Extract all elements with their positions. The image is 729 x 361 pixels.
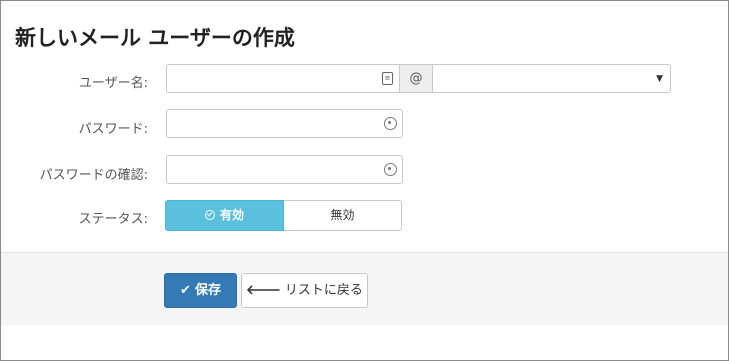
status-label: ステータス:: [78, 212, 148, 227]
check-circle-icon: [204, 210, 215, 220]
password-label: パスワード:: [78, 122, 148, 137]
confirm-password-input[interactable]: [166, 155, 403, 184]
save-button[interactable]: ✔ 保存: [164, 273, 237, 308]
arrow-left-icon: 🡐: [246, 283, 281, 298]
domain-select[interactable]: ▼: [433, 64, 671, 93]
status-active-label: 有効: [219, 208, 244, 222]
key-icon: [384, 163, 397, 176]
confirm-password-label: パスワードの確認:: [39, 168, 148, 183]
status-inactive-label: 無効: [330, 208, 355, 222]
page-title: 新しいメール ユーザーの作成: [15, 26, 295, 50]
at-symbol-addon: @: [400, 64, 433, 93]
password-input[interactable]: [166, 109, 403, 138]
key-icon: [384, 117, 397, 130]
username-label: ユーザー名:: [78, 76, 148, 91]
address-card-icon: ≡: [382, 72, 393, 85]
chevron-down-icon: ▼: [656, 74, 663, 84]
username-input[interactable]: [166, 64, 400, 93]
status-inactive-button[interactable]: 無効: [284, 200, 402, 231]
back-to-list-button[interactable]: 🡐 リストに戻る: [241, 273, 368, 308]
save-button-label: 保存: [194, 283, 221, 298]
status-active-button[interactable]: 有効: [165, 200, 284, 231]
check-icon: ✔: [180, 283, 191, 298]
back-to-list-label: リストに戻る: [284, 283, 363, 298]
